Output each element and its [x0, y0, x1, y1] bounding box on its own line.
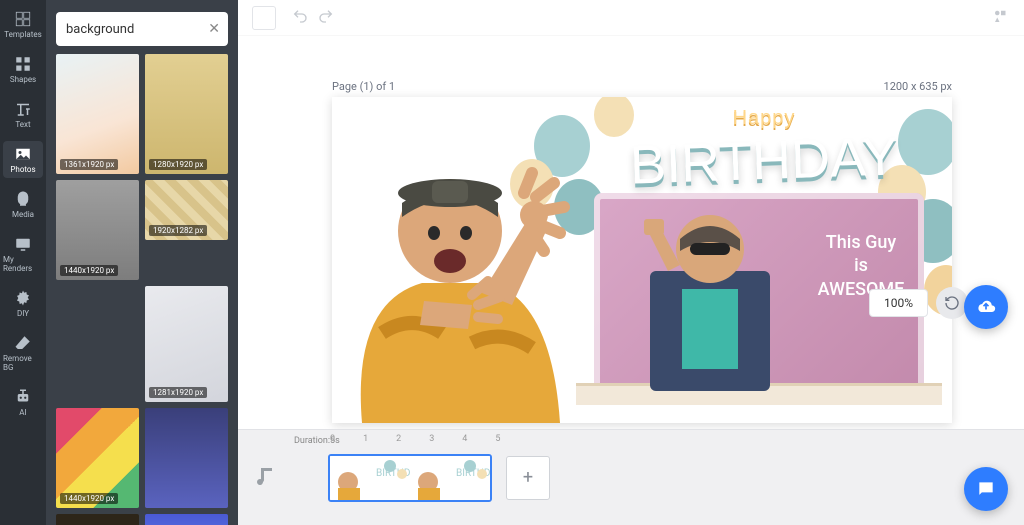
- main-area: Page (1) of 1 1200 x 635 px: [238, 0, 1024, 525]
- tool-label: Photos: [10, 165, 35, 174]
- thumbnail-grid: 1361x1920 px 1280x1920 px 1440x1920 px 1920…: [46, 54, 238, 525]
- tool-text[interactable]: Text: [3, 96, 43, 133]
- tool-media[interactable]: Media: [3, 186, 43, 223]
- canvas[interactable]: Happy BIRTHDAY This Guy is AWESOME: [332, 97, 952, 423]
- selection-box[interactable]: [252, 6, 276, 30]
- thumb-dimensions: 1440x1920 px: [60, 265, 118, 276]
- tool-label: Remove BG: [3, 354, 43, 372]
- shapes-icon: [14, 55, 32, 73]
- photo-thumbnail[interactable]: 1361x1920 px: [56, 54, 139, 174]
- caption-line-1: This Guy: [786, 231, 936, 254]
- eraser-icon: [14, 334, 32, 352]
- templates-icon: [14, 10, 32, 28]
- music-icon[interactable]: [254, 464, 278, 492]
- tool-photos[interactable]: Photos: [3, 141, 43, 178]
- caption-line-2: is: [786, 254, 936, 277]
- timeline: Duration:5s 012345 BIRTHDAY BIRTHDAY +: [238, 429, 1024, 525]
- photos-icon: [14, 145, 32, 163]
- tool-my-renders[interactable]: My Renders: [3, 231, 43, 277]
- thumb-dimensions: 1440x1920 px: [60, 493, 118, 504]
- chat-button[interactable]: [964, 467, 1008, 511]
- tool-ai[interactable]: AI: [3, 384, 43, 421]
- export-button[interactable]: [964, 285, 1008, 329]
- timeline-ticks: 012345: [330, 434, 500, 444]
- tool-diy[interactable]: DIY: [3, 285, 43, 322]
- thumb-dimensions: 1281x1920 px: [149, 387, 207, 398]
- photo-thumbnail[interactable]: 1281x1920 px: [145, 286, 228, 402]
- media-icon: [14, 190, 32, 208]
- layers-icon[interactable]: [992, 7, 1010, 29]
- undo-button[interactable]: [292, 8, 308, 28]
- reset-zoom-button[interactable]: [936, 287, 968, 319]
- asset-panel: ✕ 1361x1920 px 1280x1920 px 1440x1920 px 19…: [46, 0, 238, 525]
- add-frame-button[interactable]: +: [506, 456, 550, 500]
- clear-search-icon[interactable]: ✕: [208, 21, 220, 37]
- tool-label: Text: [15, 120, 30, 129]
- gear-icon: [14, 289, 32, 307]
- top-toolbar: [238, 0, 1024, 36]
- person-foreground: [332, 133, 582, 423]
- tool-remove-bg[interactable]: Remove BG: [3, 330, 43, 376]
- left-toolbar: Templates Shapes Text Photos Media My Re…: [0, 0, 46, 525]
- thumb-dimensions: 1920x1282 px: [149, 225, 207, 236]
- text-icon: [14, 100, 32, 118]
- tool-shapes[interactable]: Shapes: [3, 51, 43, 88]
- photo-thumbnail[interactable]: 1440x1920 px: [56, 180, 139, 280]
- frame-thumb[interactable]: BIRTHDAY: [410, 456, 490, 500]
- tool-templates[interactable]: Templates: [3, 6, 43, 43]
- tool-label: Shapes: [10, 75, 36, 84]
- renders-icon: [14, 235, 32, 253]
- tool-label: AI: [19, 408, 26, 417]
- tool-label: My Renders: [3, 255, 43, 273]
- tool-label: Templates: [4, 30, 41, 39]
- robot-icon: [14, 388, 32, 406]
- search-wrap: ✕: [56, 12, 228, 46]
- person-in-frame: [620, 201, 800, 391]
- birthday-word: BIRTHDAY: [603, 124, 925, 197]
- photo-thumbnail[interactable]: [145, 514, 228, 525]
- happy-birthday-text: Happy BIRTHDAY: [604, 107, 924, 192]
- photo-thumbnail[interactable]: 1280x1920 px: [145, 54, 228, 174]
- photo-thumbnail[interactable]: 1920x1282 px: [145, 180, 228, 240]
- canvas-area: Page (1) of 1 1200 x 635 px: [238, 36, 1024, 429]
- page-dimensions: 1200 x 635 px: [884, 80, 952, 93]
- frame-thumb[interactable]: BIRTHDAY: [330, 456, 410, 500]
- photo-thumbnail[interactable]: 1440x1920 px: [56, 408, 139, 508]
- thumb-dimensions: 1361x1920 px: [60, 159, 118, 170]
- timeline-frames[interactable]: BIRTHDAY BIRTHDAY: [328, 454, 492, 502]
- thumb-dimensions: 1280x1920 px: [149, 159, 207, 170]
- page-indicator: Page (1) of 1: [332, 80, 395, 93]
- zoom-value[interactable]: 100%: [869, 289, 928, 317]
- search-input[interactable]: [56, 12, 228, 46]
- redo-button[interactable]: [318, 8, 334, 28]
- photo-thumbnail[interactable]: [145, 408, 228, 508]
- photo-thumbnail[interactable]: 1920x1282 px: [56, 514, 139, 525]
- tool-label: DIY: [17, 309, 29, 318]
- tool-label: Media: [12, 210, 34, 219]
